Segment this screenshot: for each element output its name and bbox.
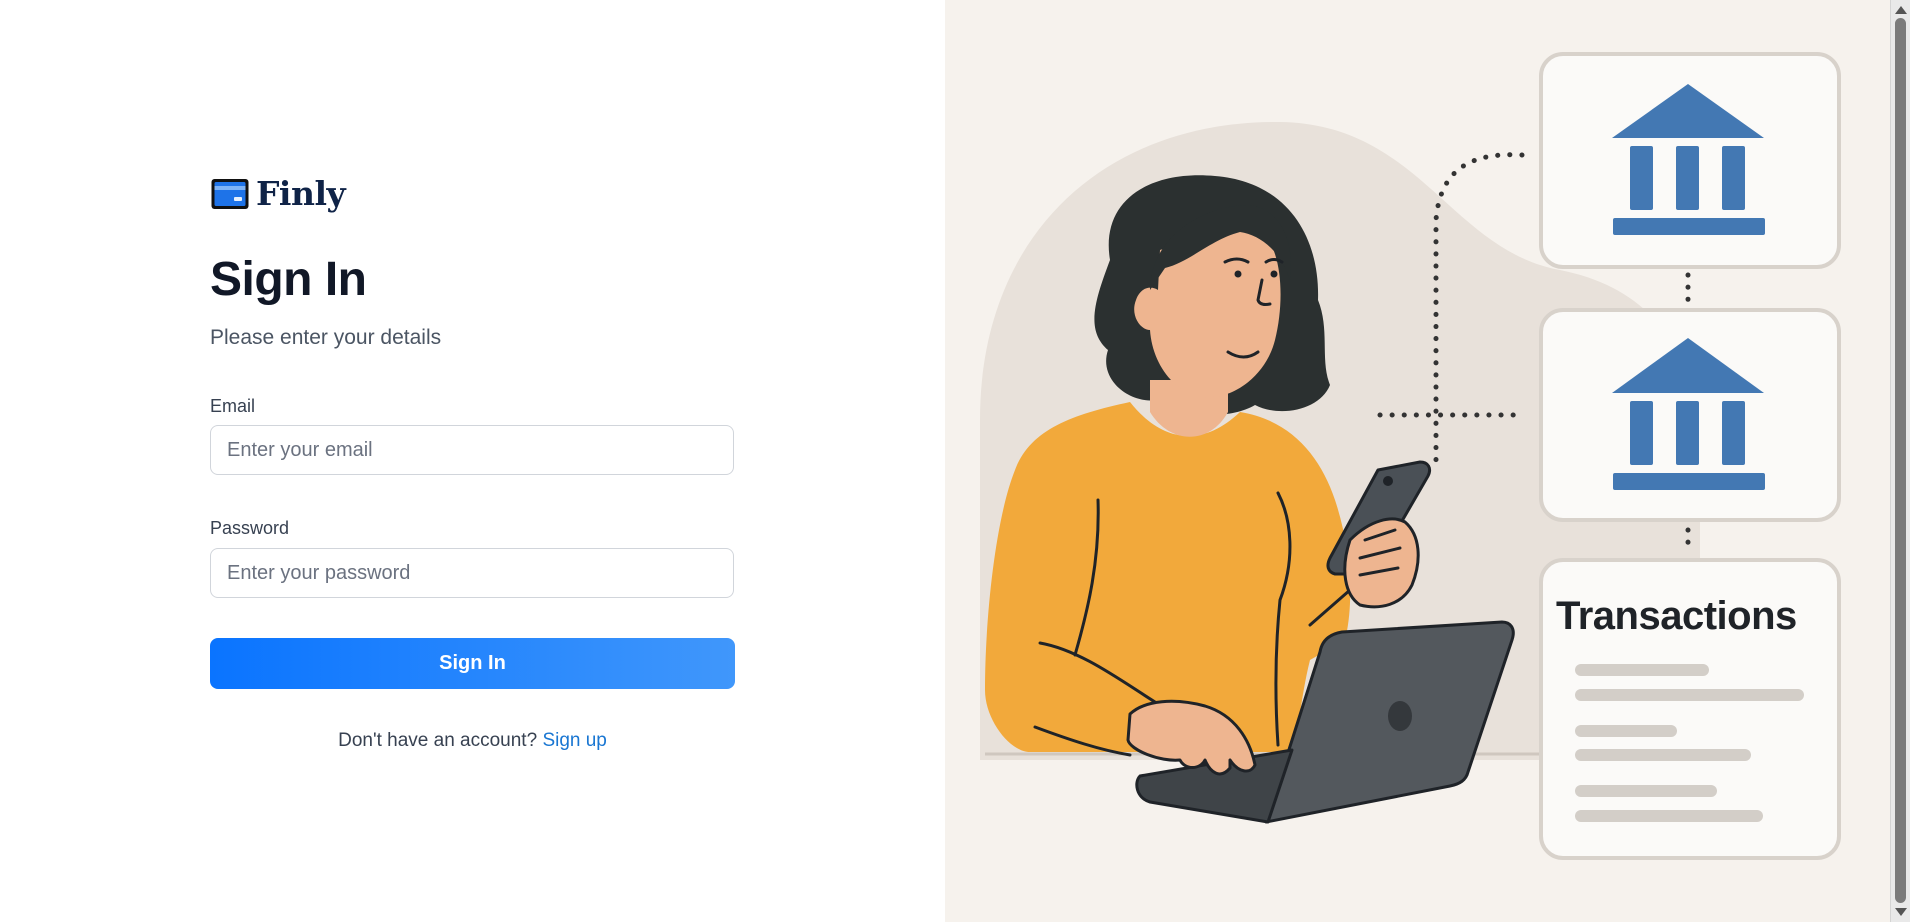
signin-panel: Finly Sign In Please enter your details … — [0, 0, 945, 922]
page-subtitle: Please enter your details — [210, 326, 442, 349]
scroll-down-icon[interactable] — [1895, 908, 1907, 916]
scroll-thumb[interactable] — [1895, 18, 1906, 903]
password-label: Password — [210, 518, 290, 538]
signup-prompt: Don't have an account? Sign up — [210, 730, 735, 752]
password-field[interactable] — [210, 548, 734, 598]
scrollbar[interactable] — [1890, 0, 1910, 922]
sign-up-link[interactable]: Sign up — [542, 730, 606, 751]
no-account-text: Don't have an account? — [338, 730, 538, 751]
sign-in-button[interactable]: Sign In — [210, 638, 735, 689]
email-label: Email — [210, 396, 256, 416]
credit-card-icon — [211, 178, 249, 209]
transactions-title: Transactions — [1556, 594, 1797, 638]
bank-card-1 — [1539, 52, 1841, 269]
illustration-panel: Transactions — [945, 0, 1891, 922]
finance-illustration — [980, 52, 1841, 860]
page-title: Sign In — [210, 253, 367, 306]
email-field[interactable] — [210, 425, 734, 475]
bank-card-2 — [1539, 308, 1841, 522]
brand-logo[interactable]: Finly — [210, 174, 346, 213]
brand-name: Finly — [256, 174, 346, 213]
scroll-up-icon[interactable] — [1895, 6, 1907, 14]
